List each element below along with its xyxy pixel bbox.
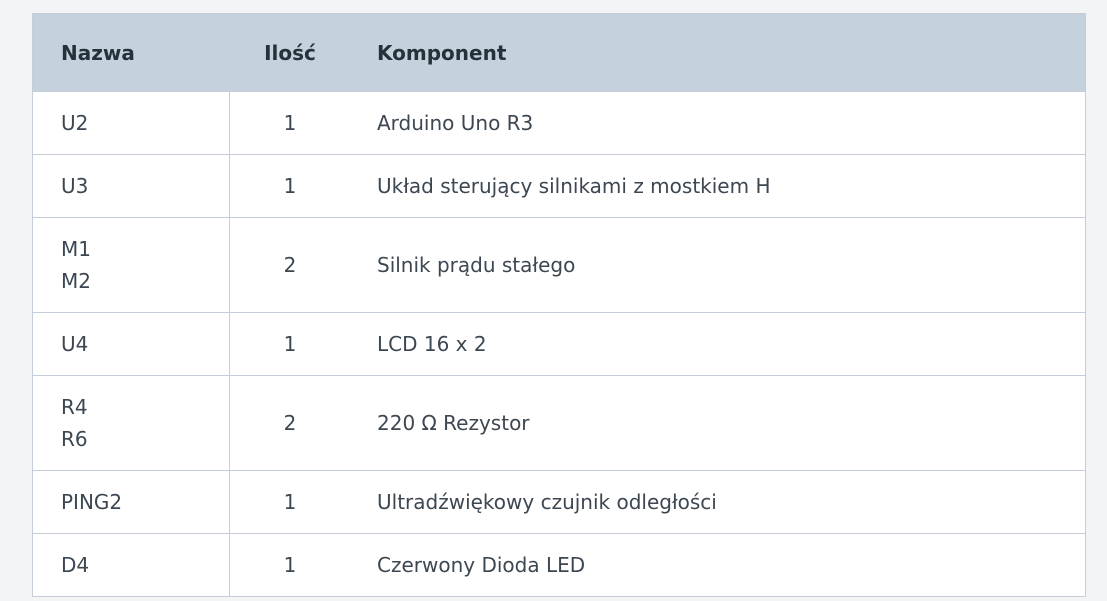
cell-qty: 2 xyxy=(283,253,297,277)
designator: U3 xyxy=(61,174,89,198)
header-qty: Ilość xyxy=(264,40,316,65)
table-row: D4 1 Czerwony Dioda LED xyxy=(33,533,1085,596)
header-component: Komponent xyxy=(377,40,507,65)
cell-qty: 1 xyxy=(283,174,297,198)
cell-qty: 1 xyxy=(283,490,297,514)
designator: R4 xyxy=(61,395,88,419)
table-header: Nazwa Ilość Komponent xyxy=(33,14,1085,91)
designator: M2 xyxy=(61,269,91,293)
cell-name: U2 xyxy=(33,92,230,154)
cell-name: U4 xyxy=(33,313,230,375)
cell-component: Arduino Uno R3 xyxy=(377,111,534,135)
cell-name: M1 M2 xyxy=(33,218,230,312)
cell-qty: 1 xyxy=(283,111,297,135)
designator: R6 xyxy=(61,427,88,451)
designator: U2 xyxy=(61,111,89,135)
cell-component: Silnik prądu stałego xyxy=(377,253,576,277)
component-table: Nazwa Ilość Komponent U2 1 Arduino Uno R… xyxy=(32,13,1086,597)
cell-name: R4 R6 xyxy=(33,376,230,470)
designator: M1 xyxy=(61,237,91,261)
table-row: U3 1 Układ sterujący silnikami z mostkie… xyxy=(33,154,1085,217)
cell-qty: 1 xyxy=(283,332,297,356)
table-row: U2 1 Arduino Uno R3 xyxy=(33,91,1085,154)
cell-component: 220 Ω Rezystor xyxy=(377,411,530,435)
cell-name: PING2 xyxy=(33,471,230,533)
cell-component: Ultradźwiękowy czujnik odległości xyxy=(377,490,717,514)
table-row: M1 M2 2 Silnik prądu stałego xyxy=(33,217,1085,312)
designator: U4 xyxy=(61,332,89,356)
cell-qty: 1 xyxy=(283,553,297,577)
cell-name: U3 xyxy=(33,155,230,217)
table-row: U4 1 LCD 16 x 2 xyxy=(33,312,1085,375)
header-name: Nazwa xyxy=(61,40,135,65)
cell-qty: 2 xyxy=(283,411,297,435)
cell-component: Układ sterujący silnikami z mostkiem H xyxy=(377,174,771,198)
cell-component: LCD 16 x 2 xyxy=(377,332,487,356)
designator: PING2 xyxy=(61,490,123,514)
designator: D4 xyxy=(61,553,90,577)
cell-component: Czerwony Dioda LED xyxy=(377,553,586,577)
table-row: PING2 1 Ultradźwiękowy czujnik odległośc… xyxy=(33,470,1085,533)
table-row: R4 R6 2 220 Ω Rezystor xyxy=(33,375,1085,470)
cell-name: D4 xyxy=(33,534,230,596)
